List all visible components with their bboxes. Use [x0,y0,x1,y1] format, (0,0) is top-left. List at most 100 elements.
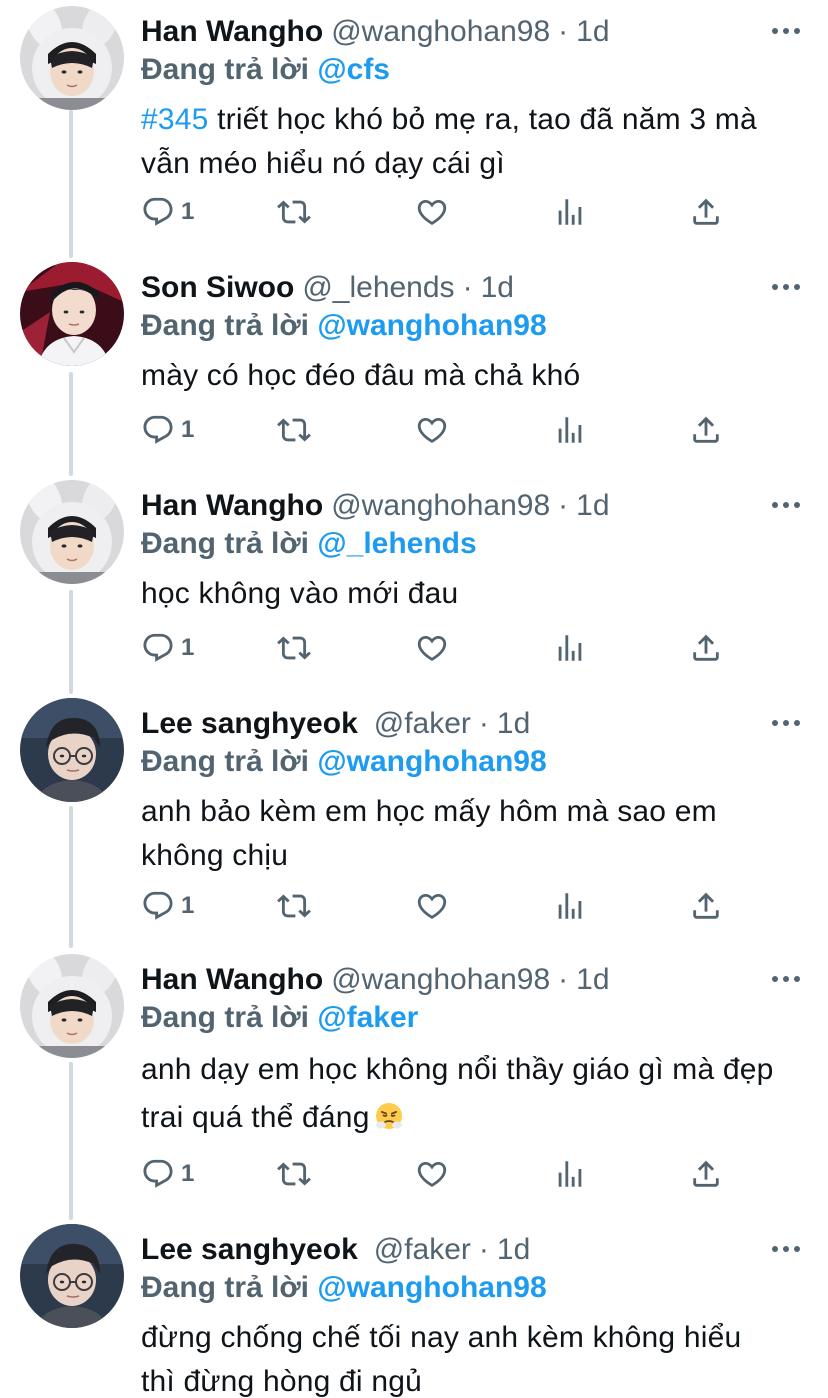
display-name[interactable]: Lee sanghyeok [141,707,358,740]
display-name[interactable]: Han Wangho [141,15,323,48]
replying-label: Đang trả lời [141,1001,310,1034]
mention-link[interactable]: @cfs [317,53,390,86]
mention-link[interactable]: @_lehends [317,527,476,560]
user-handle[interactable]: @wanghohan98 [331,489,550,522]
separator-dot: · [558,489,569,522]
views-button[interactable] [553,628,587,668]
more-options-button[interactable] [770,494,802,518]
like-button[interactable] [415,886,449,926]
timestamp[interactable]: 1d [576,489,609,522]
tweet-text: học không vào mới đau [141,572,801,616]
user-handle[interactable]: @_lehends [302,271,454,304]
tweet[interactable]: Han Wangho @wanghohan98 · 1d Đang trả lời @… [0,480,828,680]
reply-count: 1 [181,892,195,919]
share-button[interactable] [689,886,723,926]
replying-label: Đang trả lời [141,309,310,342]
more-options-button[interactable] [770,1238,802,1262]
retweet-button[interactable] [277,1154,311,1194]
user-avatar[interactable] [20,262,124,366]
display-name[interactable]: Han Wangho [141,963,323,996]
timestamp[interactable]: 1d [497,1233,530,1266]
timestamp[interactable]: 1d [497,707,530,740]
tweet[interactable]: Han Wangho @wanghohan98 · 1d Đang trả lời @… [0,954,828,1204]
replying-label: Đang trả lời [141,745,310,778]
user-avatar[interactable] [20,1224,124,1328]
display-name[interactable]: Son Siwoo [141,271,294,304]
tweet-text-content: triết học khó bỏ mẹ ra, tao đã năm 3 mà … [141,103,757,180]
views-button[interactable] [553,886,587,926]
replying-label: Đang trả lời [141,527,310,560]
reply-button[interactable]: 1 [141,886,194,926]
reply-button[interactable]: 1 [141,410,194,450]
user-handle[interactable]: @wanghohan98 [331,963,550,996]
reply-button[interactable]: 1 [141,192,194,232]
more-options-button[interactable] [770,712,802,736]
more-options-button[interactable] [770,20,802,44]
action-bar: 1 [141,192,741,232]
views-button[interactable] [553,1154,587,1194]
tweet-text: mày có học đéo đâu mà chả khó [141,354,801,398]
tweet[interactable]: Lee sanghyeok @faker · 1d Đang trả lời @wan… [0,698,828,938]
retweet-button[interactable] [277,410,311,450]
share-button[interactable] [689,410,723,450]
separator-dot: · [558,963,569,996]
timestamp[interactable]: 1d [576,15,609,48]
reply-button[interactable]: 1 [141,628,194,668]
share-icon [689,413,723,447]
mention-link[interactable]: @wanghohan98 [317,1271,546,1304]
user-avatar[interactable] [20,480,124,584]
share-button[interactable] [689,192,723,232]
reply-icon [141,1157,175,1191]
steam-from-nose-emoji [375,1103,402,1129]
retweet-button[interactable] [277,628,311,668]
user-avatar[interactable] [20,698,124,802]
more-options-button[interactable] [770,968,802,992]
like-button[interactable] [415,1154,449,1194]
share-icon [689,1157,723,1191]
share-icon [689,889,723,923]
tweet-text: đừng chống chế tối nay anh kèm không hiể… [141,1316,781,1398]
display-name[interactable]: Lee sanghyeok [141,1233,358,1266]
reply-icon [141,413,175,447]
tweet[interactable]: Han Wangho @wanghohan98 · 1d Đang trả lời @… [0,6,828,246]
hashtag-link[interactable]: #345 [141,103,209,136]
views-icon [553,889,587,923]
tweet-header: Son Siwoo @_lehends · 1d [141,268,514,308]
views-button[interactable] [553,410,587,450]
share-button[interactable] [689,628,723,668]
like-button[interactable] [415,192,449,232]
mention-link[interactable]: @wanghohan98 [317,745,546,778]
reply-button[interactable]: 1 [141,1154,194,1194]
user-avatar[interactable] [20,954,124,1058]
mention-link[interactable]: @wanghohan98 [317,309,546,342]
tweet-header: Han Wangho @wanghohan98 · 1d [141,486,610,526]
user-handle[interactable]: @faker [374,1233,471,1266]
timestamp[interactable]: 1d [576,963,609,996]
share-button[interactable] [689,1154,723,1194]
user-avatar[interactable] [20,6,124,110]
more-options-button[interactable] [770,276,802,300]
heart-icon [415,889,449,923]
retweet-icon [277,889,311,923]
retweet-button[interactable] [277,192,311,232]
like-button[interactable] [415,410,449,450]
user-handle[interactable]: @faker [374,707,471,740]
share-icon [689,195,723,229]
tweet-header: Lee sanghyeok @faker · 1d [141,1230,530,1270]
tweet-header: Han Wangho @wanghohan98 · 1d [141,12,610,52]
tweet[interactable]: Lee sanghyeok @faker · 1d Đang trả lời @wan… [0,1224,828,1398]
views-icon [553,195,587,229]
reply-icon [141,889,175,923]
views-button[interactable] [553,192,587,232]
mention-link[interactable]: @faker [317,1001,418,1034]
separator-dot: · [478,1233,489,1266]
user-handle[interactable]: @wanghohan98 [331,15,550,48]
timestamp[interactable]: 1d [481,271,514,304]
tweet[interactable]: Son Siwoo @_lehends · 1d Đang trả lời @wang… [0,262,828,462]
tweet-text: anh bảo kèm em học mấy hôm mà sao em khô… [141,790,801,878]
display-name[interactable]: Han Wangho [141,489,323,522]
retweet-button[interactable] [277,886,311,926]
reply-icon [141,631,175,665]
like-button[interactable] [415,628,449,668]
replying-to: Đang trả lời @faker [141,998,418,1038]
